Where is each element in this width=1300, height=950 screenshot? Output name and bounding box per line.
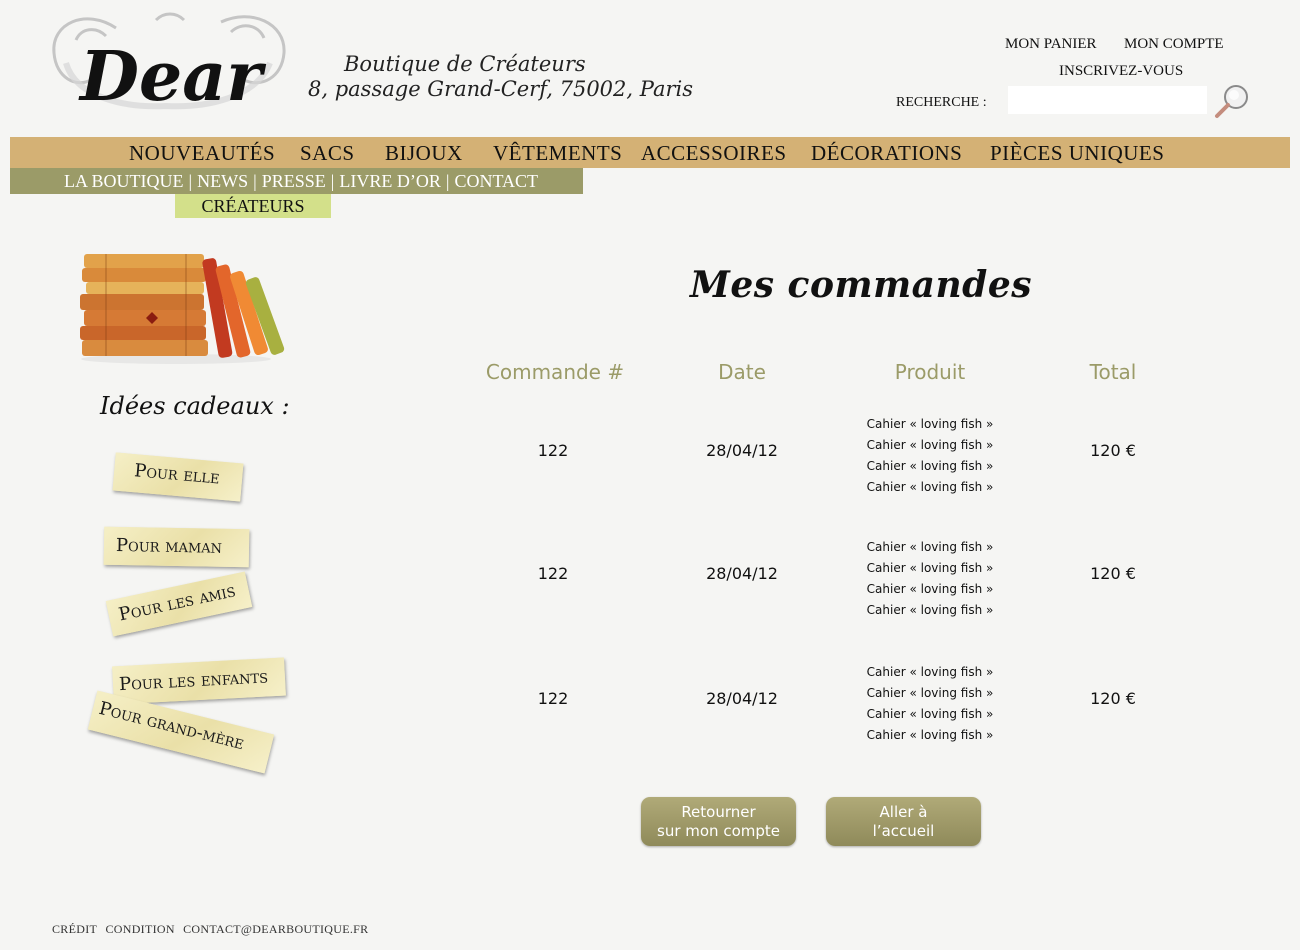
subnav-contact[interactable]: CONTACT xyxy=(454,171,538,191)
tagline-name: Boutique de Créateurs xyxy=(344,52,586,76)
page-title: Mes commandes xyxy=(690,264,1033,306)
logo[interactable]: Dear xyxy=(46,8,290,117)
nav-sacs[interactable]: SACS xyxy=(300,141,355,166)
sub-nav: LA BOUTIQUE | NEWS | PRESSE | LIVRE D’OR | CONTA… xyxy=(10,168,583,194)
order-number: 122 xyxy=(537,689,569,708)
account-link[interactable]: MON COMPTE xyxy=(1124,36,1224,53)
tagline-address: 8, passage Grand-Cerf, 75002, Paris xyxy=(308,77,693,101)
cart-link[interactable]: MON PANIER xyxy=(1005,36,1097,53)
gift-for-friends[interactable]: Pour les amis xyxy=(105,571,253,637)
subnav-separator: | xyxy=(445,171,450,191)
back-button-line2: sur mon compte xyxy=(657,822,780,840)
order-date: 28/04/12 xyxy=(706,564,778,583)
order-date: 28/04/12 xyxy=(706,689,778,708)
subnav-createurs[interactable]: CRÉATEURS xyxy=(175,194,331,218)
subnav-presse[interactable]: PRESSE xyxy=(262,171,326,191)
nav-decorations[interactable]: DÉCORATIONS xyxy=(811,141,962,166)
footer-condition[interactable]: CONDITION xyxy=(105,922,174,936)
order-total: 120 € xyxy=(1090,564,1136,583)
order-total: 120 € xyxy=(1090,441,1136,460)
product-item[interactable]: Cahier « loving fish » xyxy=(830,537,1030,558)
gift-for-her[interactable]: Pour elle xyxy=(112,452,244,502)
product-item[interactable]: Cahier « loving fish » xyxy=(830,600,1030,621)
order-number: 122 xyxy=(537,441,569,460)
gift-ideas-title: Idées cadeaux : xyxy=(100,392,290,420)
product-item[interactable]: Cahier « loving fish » xyxy=(830,456,1030,477)
home-button-line1: Aller à xyxy=(879,803,928,821)
subnav-separator: | xyxy=(188,171,193,191)
product-item[interactable]: Cahier « loving fish » xyxy=(830,558,1030,579)
register-link[interactable]: INSCRIVEZ-VOUS xyxy=(1059,63,1183,80)
subnav-separator: | xyxy=(330,171,335,191)
footer: CRÉDIT CONDITION CONTACT@DEARBOUTIQUE.FR xyxy=(52,922,373,937)
nav-nouveautes[interactable]: NOUVEAUTÉS xyxy=(129,141,275,166)
header-product: Produit xyxy=(894,360,966,384)
product-item[interactable]: Cahier « loving fish » xyxy=(830,725,1030,746)
order-products: Cahier « loving fish » Cahier « loving f… xyxy=(830,537,1030,621)
nav-bijoux[interactable]: BIJOUX xyxy=(385,141,463,166)
search-input[interactable] xyxy=(1008,86,1207,114)
gift-for-grandmother[interactable]: Pour grand-mère xyxy=(87,690,275,774)
header-total: Total xyxy=(1089,360,1137,384)
books-image xyxy=(76,246,286,364)
product-item[interactable]: Cahier « loving fish » xyxy=(830,683,1030,704)
footer-contact[interactable]: CONTACT@DEARBOUTIQUE.FR xyxy=(183,922,368,936)
product-item[interactable]: Cahier « loving fish » xyxy=(830,662,1030,683)
main-nav: NOUVEAUTÉS SACS BIJOUX VÊTEMENTS ACCESSO… xyxy=(10,137,1290,168)
back-to-account-button[interactable]: Retourner sur mon compte xyxy=(641,797,796,846)
product-item[interactable]: Cahier « loving fish » xyxy=(830,704,1030,725)
order-number: 122 xyxy=(537,564,569,583)
product-item[interactable]: Cahier « loving fish » xyxy=(830,414,1030,435)
subnav-livre-dor[interactable]: LIVRE D’OR xyxy=(339,171,441,191)
subnav-boutique[interactable]: LA BOUTIQUE xyxy=(64,171,184,191)
product-item[interactable]: Cahier « loving fish » xyxy=(830,435,1030,456)
logo-text: Dear xyxy=(78,37,266,116)
search-button[interactable] xyxy=(1212,82,1254,120)
nav-vetements[interactable]: VÊTEMENTS xyxy=(493,141,622,166)
search-label: RECHERCHE : xyxy=(896,95,987,110)
order-date: 28/04/12 xyxy=(706,441,778,460)
order-total: 120 € xyxy=(1090,689,1136,708)
go-home-button[interactable]: Aller à l’accueil xyxy=(826,797,981,846)
magnifier-icon xyxy=(1215,85,1248,118)
home-button-line2: l’accueil xyxy=(872,822,935,840)
product-item[interactable]: Cahier « loving fish » xyxy=(830,477,1030,498)
header-order-number: Commande # xyxy=(485,360,625,384)
subnav-news[interactable]: NEWS xyxy=(197,171,248,191)
gift-for-mom[interactable]: Pour maman xyxy=(103,526,250,568)
gift-for-children[interactable]: Pour les enfants xyxy=(112,657,286,705)
back-button-line1: Retourner xyxy=(681,803,756,821)
nav-accessoires[interactable]: ACCESSOIRES xyxy=(641,141,787,166)
nav-pieces-uniques[interactable]: PIÈCES UNIQUES xyxy=(990,141,1164,166)
subnav-separator: | xyxy=(253,171,257,191)
order-products: Cahier « loving fish » Cahier « loving f… xyxy=(830,414,1030,498)
product-item[interactable]: Cahier « loving fish » xyxy=(830,579,1030,600)
footer-credit[interactable]: CRÉDIT xyxy=(52,922,97,936)
header-date: Date xyxy=(718,360,766,384)
shop-tagline: Boutique de Créateurs 8, passage Grand-C… xyxy=(308,52,693,102)
order-products: Cahier « loving fish » Cahier « loving f… xyxy=(830,662,1030,746)
